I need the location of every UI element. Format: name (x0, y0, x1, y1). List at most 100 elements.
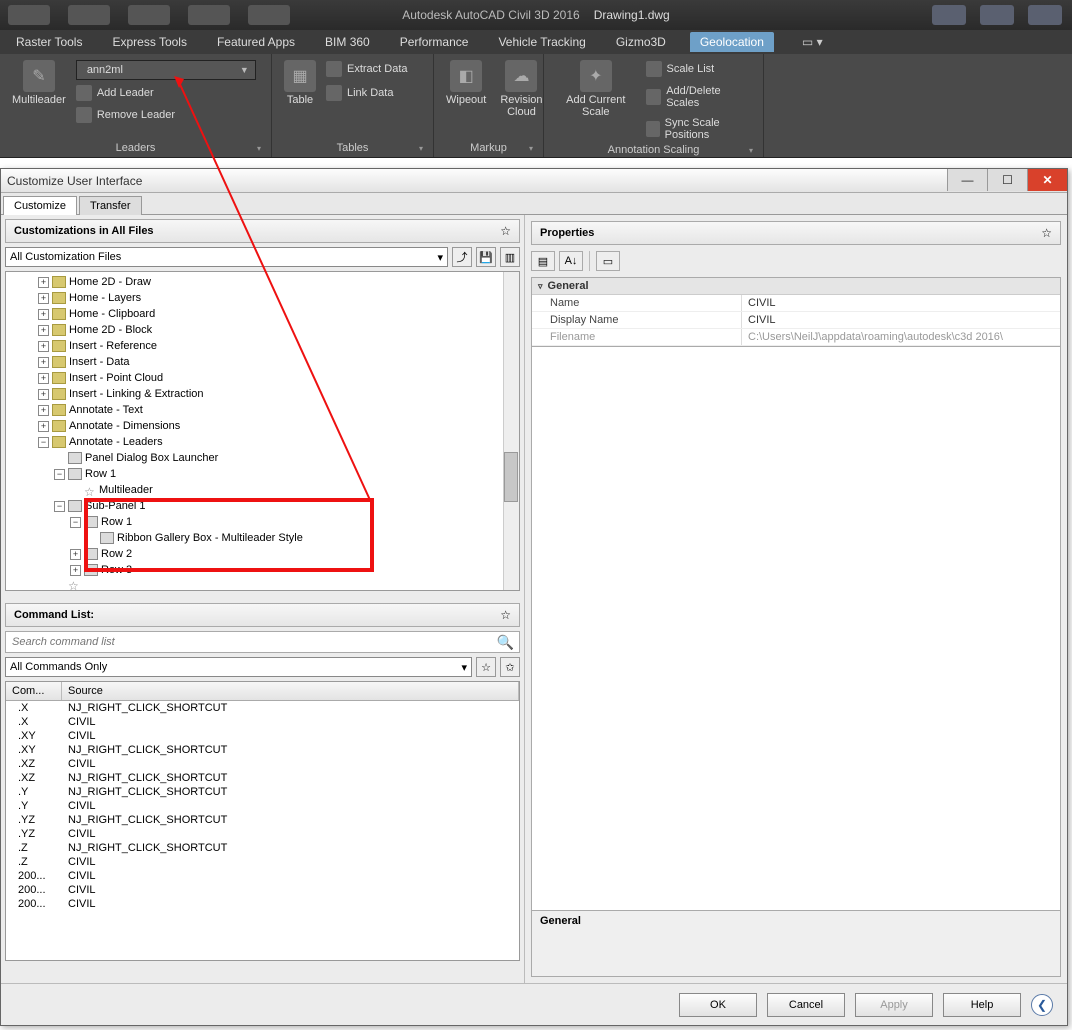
tree-item-subpanel[interactable]: −Sub-Panel 1 −Row 1 Ribbon Gallery Box -… (52, 498, 501, 578)
expand-button[interactable]: ❮ (1031, 994, 1053, 1016)
tab-vehicle[interactable]: Vehicle Tracking (492, 32, 591, 52)
prop-page-button[interactable]: ▭ (596, 251, 620, 271)
tree-item[interactable]: +Annotate - Dimensions (36, 418, 501, 434)
cancel-button[interactable]: Cancel (767, 993, 845, 1017)
remove-leader-button[interactable]: Remove Leader (76, 106, 263, 124)
command-row[interactable]: .YCIVIL (6, 799, 519, 813)
tree-item[interactable]: Panel Dialog Box Launcher (52, 450, 501, 466)
tree-item[interactable]: −Row 1 ☆Multileader (52, 466, 501, 498)
tree-item[interactable]: +Home - Layers (36, 290, 501, 306)
command-row[interactable]: .XYCIVIL (6, 729, 519, 743)
sync-scale-button[interactable]: Sync Scale Positions (646, 116, 755, 142)
command-row[interactable]: 200...CIVIL (6, 883, 519, 897)
tab-express[interactable]: Express Tools (106, 32, 192, 52)
tree-item[interactable]: Ribbon Gallery Box - Multileader Style (84, 530, 501, 546)
customization-tree[interactable]: +Home 2D - Draw+Home - Layers+Home - Cli… (5, 271, 520, 591)
tree-item-leaders[interactable]: −Annotate - Leaders Panel Dialog Box Lau… (36, 434, 501, 590)
alphabetic-button[interactable]: A↓ (559, 251, 583, 271)
maximize-button[interactable]: ☐ (987, 169, 1027, 191)
revcloud-button[interactable]: ☁ Revision Cloud (496, 58, 546, 120)
command-list-header[interactable]: Command List: ☆ (5, 603, 520, 627)
multileader-button[interactable]: ✎ Multileader (8, 58, 70, 108)
tab-bim360[interactable]: BIM 360 (319, 32, 376, 52)
close-button[interactable]: ✕ (1027, 169, 1067, 191)
panel-tables-title[interactable]: Tables (280, 140, 425, 155)
open-cui-button[interactable]: ⤴ (452, 247, 472, 267)
prop-row-displayname[interactable]: Display NameCIVIL (532, 312, 1060, 329)
categorized-button[interactable]: ▤ (531, 251, 555, 271)
add-current-scale-button[interactable]: ✦ Add Current Scale (552, 58, 640, 120)
command-row[interactable]: 200...CIVIL (6, 897, 519, 911)
command-row[interactable]: .XZCIVIL (6, 757, 519, 771)
tree-item[interactable]: +Home 2D - Block (36, 322, 501, 338)
tree-item[interactable]: ☆ (52, 578, 501, 590)
property-grid[interactable]: ▿General NameCIVIL Display NameCIVIL Fil… (531, 277, 1061, 347)
tab-customize[interactable]: Customize (3, 196, 77, 215)
tab-featured[interactable]: Featured Apps (211, 32, 301, 52)
table-button[interactable]: ▦ Table (280, 58, 320, 108)
new-command-button[interactable]: ☆ (476, 657, 496, 677)
tab-geolocation[interactable]: Geolocation (690, 32, 774, 52)
tree-item[interactable]: ☆Multileader (68, 482, 501, 498)
dialog-titlebar[interactable]: Customize User Interface — ☐ ✕ (1, 169, 1067, 193)
minimize-button[interactable]: — (947, 169, 987, 191)
mleader-style-dropdown[interactable]: ann2ml ▼ (76, 60, 256, 80)
save-cui-button[interactable]: 💾 (476, 247, 496, 267)
command-row[interactable]: .YZCIVIL (6, 827, 519, 841)
command-row[interactable]: 200...CIVIL (6, 869, 519, 883)
properties-header[interactable]: Properties ☆ (531, 221, 1061, 245)
tab-gizmo[interactable]: Gizmo3D (610, 32, 672, 52)
help-button[interactable]: Help (943, 993, 1021, 1017)
command-row[interactable]: .XNJ_RIGHT_CLICK_SHORTCUT (6, 701, 519, 715)
extract-data-icon (326, 61, 342, 77)
revcloud-label: Revision Cloud (500, 94, 542, 118)
command-row[interactable]: .ZNJ_RIGHT_CLICK_SHORTCUT (6, 841, 519, 855)
tree-item[interactable]: −Row 1 Ribbon Gallery Box - Multileader … (68, 514, 501, 546)
search-command-input[interactable] (5, 631, 520, 653)
tab-transfer[interactable]: Transfer (79, 196, 142, 215)
command-row[interactable]: .XZNJ_RIGHT_CLICK_SHORTCUT (6, 771, 519, 785)
extract-data-button[interactable]: Extract Data (326, 60, 408, 78)
ok-button[interactable]: OK (679, 993, 757, 1017)
command-row[interactable]: .ZCIVIL (6, 855, 519, 869)
command-filter-combo[interactable]: All Commands Only ▾ (5, 657, 472, 677)
add-delete-scales-button[interactable]: Add/Delete Scales (646, 84, 755, 110)
panel-leaders-title[interactable]: Leaders (8, 140, 263, 155)
panel-annoscale-title[interactable]: Annotation Scaling (552, 142, 755, 157)
search-icon: 🔍 (497, 634, 514, 651)
ribbon-min-icon[interactable]: ▭ ▾ (802, 35, 823, 49)
command-row[interactable]: .YZNJ_RIGHT_CLICK_SHORTCUT (6, 813, 519, 827)
right-column: Properties ☆ ▤ A↓ ▭ ▿General NameCIVIL D… (525, 215, 1067, 983)
tree-item[interactable]: +Home - Clipboard (36, 306, 501, 322)
tree-scrollbar[interactable] (503, 272, 519, 590)
apply-button[interactable]: Apply (855, 993, 933, 1017)
tree-item[interactable]: +Insert - Data (36, 354, 501, 370)
prop-row-filename: FilenameC:\Users\NeilJ\appdata\roaming\a… (532, 329, 1060, 346)
tree-item[interactable]: +Row 3 (68, 562, 501, 578)
add-leader-button[interactable]: Add Leader (76, 84, 263, 102)
customizations-header[interactable]: Customizations in All Files ☆ (5, 219, 520, 243)
tree-item[interactable]: +Row 2 (68, 546, 501, 562)
property-description: General (531, 911, 1061, 977)
tree-item[interactable]: +Annotate - Text (36, 402, 501, 418)
panel-markup-title[interactable]: Markup (442, 140, 535, 155)
tab-performance[interactable]: Performance (394, 32, 475, 52)
tree-item[interactable]: +Home 2D - Draw (36, 274, 501, 290)
col-command[interactable]: Com... (6, 682, 62, 700)
wipeout-button[interactable]: ◧ Wipeout (442, 58, 490, 108)
customization-file-combo[interactable]: All Customization Files ▾ (5, 247, 448, 267)
load-cui-button[interactable]: ▥ (500, 247, 520, 267)
tree-item[interactable]: +Insert - Linking & Extraction (36, 386, 501, 402)
link-data-button[interactable]: Link Data (326, 84, 408, 102)
scale-list-button[interactable]: Scale List (646, 60, 755, 78)
prop-row-name[interactable]: NameCIVIL (532, 295, 1060, 312)
table-icon: ▦ (284, 60, 316, 92)
tree-item[interactable]: +Insert - Reference (36, 338, 501, 354)
tab-raster[interactable]: Raster Tools (10, 32, 88, 52)
col-source[interactable]: Source (62, 682, 519, 700)
command-row[interactable]: .XYNJ_RIGHT_CLICK_SHORTCUT (6, 743, 519, 757)
tree-item[interactable]: +Insert - Point Cloud (36, 370, 501, 386)
command-row[interactable]: .XCIVIL (6, 715, 519, 729)
find-command-button[interactable]: ✩ (500, 657, 520, 677)
command-row[interactable]: .YNJ_RIGHT_CLICK_SHORTCUT (6, 785, 519, 799)
